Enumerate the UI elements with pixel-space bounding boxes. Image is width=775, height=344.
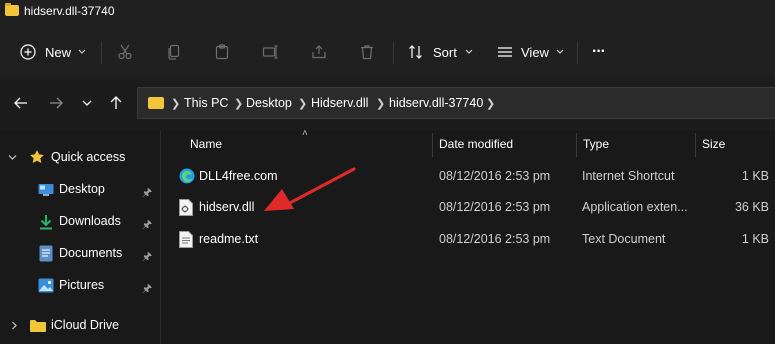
chevron-down-icon xyxy=(465,49,473,55)
file-row[interactable]: readme.txt 08/12/2016 2:53 pm Text Docum… xyxy=(170,225,775,255)
pin-icon[interactable]: 🖈 xyxy=(142,184,152,203)
text-file-icon xyxy=(179,231,195,249)
column-header-type[interactable]: Type xyxy=(583,137,609,151)
dll-file-icon xyxy=(179,199,195,217)
document-icon xyxy=(39,245,53,265)
sort-icon xyxy=(408,44,424,60)
file-date: 08/12/2016 2:53 pm xyxy=(439,200,551,214)
annotation-arrow xyxy=(262,165,357,218)
chevron-right-icon[interactable] xyxy=(10,319,19,333)
download-arrow-icon xyxy=(38,214,54,233)
sidebar-item-downloads[interactable]: Downloads 🖈 xyxy=(0,209,158,235)
title-bar: hidserv.dll-37740 xyxy=(0,0,775,28)
file-name: readme.txt xyxy=(199,232,259,246)
sort-button[interactable]: Sort xyxy=(408,41,473,63)
toolbar-divider xyxy=(393,42,394,64)
breadcrumb-this-pc[interactable]: This PC xyxy=(184,96,228,110)
window-title: hidserv.dll-37740 xyxy=(24,4,115,18)
desktop-icon xyxy=(38,183,54,200)
folder-icon xyxy=(30,319,46,335)
file-type: Application exten... xyxy=(582,200,688,214)
breadcrumb-hidserv-dll[interactable]: Hidserv.dll xyxy=(311,96,368,110)
more-options-button[interactable]: ··· xyxy=(592,41,606,63)
file-date: 08/12/2016 2:53 pm xyxy=(439,232,551,246)
chevron-down-icon xyxy=(78,49,86,55)
rename-icon xyxy=(262,44,278,60)
share-button[interactable] xyxy=(311,41,327,63)
chevron-right-icon: ❯ xyxy=(171,98,181,110)
sidebar-item-icloud-drive[interactable]: iCloud Drive xyxy=(0,313,158,339)
sidebar-item-documents[interactable]: Documents 🖈 xyxy=(0,241,158,267)
pane-divider xyxy=(160,130,161,344)
trash-icon xyxy=(359,44,375,60)
file-row[interactable]: hidserv.dll 08/12/2016 2:53 pm Applicati… xyxy=(170,193,775,223)
column-header-date[interactable]: Date modified xyxy=(439,137,513,151)
edge-shortcut-icon xyxy=(179,168,195,186)
copy-button[interactable] xyxy=(166,41,182,63)
folder-icon xyxy=(148,97,164,109)
sidebar-item-label: iCloud Drive xyxy=(51,318,120,332)
folder-icon xyxy=(5,3,19,16)
breadcrumb-desktop[interactable]: Desktop xyxy=(246,96,292,110)
sidebar-item-desktop[interactable]: Desktop 🖈 xyxy=(0,177,158,203)
file-type: Internet Shortcut xyxy=(582,169,675,183)
chevron-right-icon: ❯ xyxy=(486,98,496,110)
recent-locations-chevron-icon[interactable] xyxy=(78,94,96,112)
file-name: hidserv.dll xyxy=(199,200,255,214)
sidebar-item-label: Documents xyxy=(59,246,123,260)
sidebar-item-label: Pictures xyxy=(59,278,105,292)
paste-button[interactable] xyxy=(214,41,230,63)
plus-circle-icon xyxy=(20,44,36,60)
chevron-down-icon[interactable] xyxy=(8,151,17,165)
view-label: View xyxy=(521,44,549,60)
new-button[interactable]: New xyxy=(20,41,86,63)
list-view-icon xyxy=(497,44,513,60)
sidebar-item-quick-access[interactable]: Quick access xyxy=(0,145,158,171)
file-size: 1 KB xyxy=(741,169,769,183)
up-arrow-icon[interactable] xyxy=(107,94,125,112)
sidebar-item-label: Quick access xyxy=(51,150,126,164)
cut-button[interactable] xyxy=(117,41,133,63)
sidebar-item-label: Downloads xyxy=(59,214,121,228)
back-arrow-icon[interactable] xyxy=(12,94,30,112)
column-divider[interactable] xyxy=(432,133,433,157)
sidebar-item-pictures[interactable]: Pictures 🖈 xyxy=(0,273,158,299)
share-icon xyxy=(311,44,327,60)
clipboard-icon xyxy=(214,44,230,60)
column-header-name[interactable]: Name xyxy=(190,137,222,151)
file-type: Text Document xyxy=(582,232,666,246)
column-divider[interactable] xyxy=(695,133,696,157)
star-icon xyxy=(29,149,45,168)
column-header-size[interactable]: Size xyxy=(702,137,725,151)
navigation-pane: Quick access Desktop 🖈 Downloads 🖈 Docum… xyxy=(0,130,160,344)
chevron-down-icon xyxy=(556,49,564,55)
rename-button[interactable] xyxy=(262,41,278,63)
sidebar-item-label: Desktop xyxy=(59,182,105,196)
breadcrumb-current-folder[interactable]: hidserv.dll-37740 xyxy=(389,96,483,110)
file-size: 36 KB xyxy=(734,200,769,214)
file-row[interactable]: DLL4free.com 08/12/2016 2:53 pm Internet… xyxy=(170,162,775,192)
toolbar-divider xyxy=(101,42,102,64)
command-bar: New Sort View ··· xyxy=(0,28,775,76)
file-size: 1 KB xyxy=(741,232,769,246)
sort-ascending-icon: ˄ xyxy=(302,128,308,139)
new-label: New xyxy=(45,44,72,60)
toolbar-divider xyxy=(577,42,578,64)
chevron-right-icon: ❯ xyxy=(298,98,308,110)
chevron-right-icon: ❯ xyxy=(376,98,386,110)
delete-button[interactable] xyxy=(359,41,375,63)
copy-icon xyxy=(166,44,182,60)
forward-arrow-icon[interactable] xyxy=(47,94,65,112)
chevron-right-icon: ❯ xyxy=(234,98,244,110)
sort-label: Sort xyxy=(433,44,457,60)
pin-icon[interactable]: 🖈 xyxy=(142,248,152,267)
pin-icon[interactable]: 🖈 xyxy=(142,280,152,299)
scissors-icon xyxy=(117,44,133,60)
pin-icon[interactable]: 🖈 xyxy=(142,216,152,235)
column-divider[interactable] xyxy=(576,133,577,157)
address-bar[interactable]: ❯ This PC ❯ Desktop ❯ Hidserv.dll ❯ hids… xyxy=(137,87,775,119)
file-date: 08/12/2016 2:53 pm xyxy=(439,169,551,183)
view-button[interactable]: View xyxy=(497,41,564,63)
pictures-icon xyxy=(38,278,54,296)
